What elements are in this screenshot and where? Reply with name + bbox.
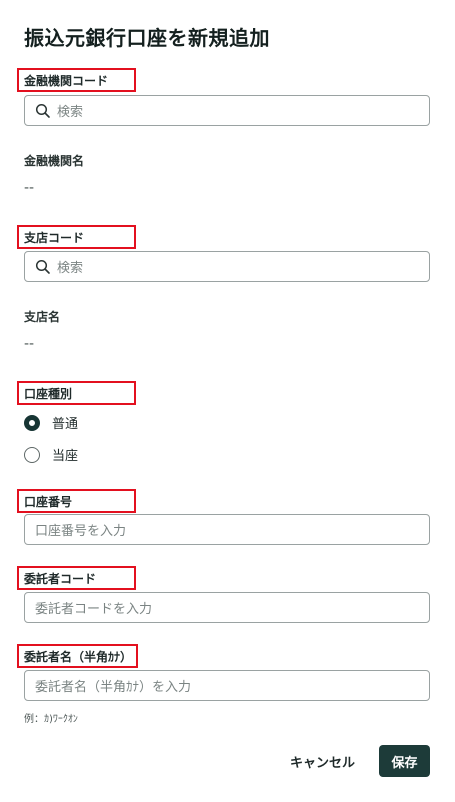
consignor-name-hint: 例：ｶ)ﾜｰｸｵﾝ (24, 714, 78, 725)
account-type-label: 口座種別 (24, 387, 73, 401)
branch-code-search-input[interactable]: 検索 (24, 251, 430, 282)
bank-name-value: -- (24, 180, 35, 196)
consignor-code-placeholder: 委託者コードを入力 (35, 602, 153, 617)
branch-code-label: 支店コード (24, 231, 85, 245)
account-number-label: 口座番号 (24, 495, 73, 509)
bank-name-label: 金融機関名 (24, 154, 85, 168)
search-icon (35, 103, 51, 119)
bank-code-search-input[interactable]: 検索 (24, 95, 430, 126)
radio-option-label: 普通 (52, 417, 79, 432)
radio-selected-icon[interactable] (24, 414, 40, 431)
radio-option-futsu[interactable]: 普通 (24, 413, 78, 432)
bank-code-placeholder: 検索 (57, 105, 84, 120)
consignor-code-label: 委託者コード (24, 572, 97, 586)
consignor-code-input[interactable]: 委託者コードを入力 (24, 592, 430, 623)
account-number-input[interactable]: 口座番号を入力 (24, 514, 430, 545)
bank-code-label: 金融機関コード (24, 74, 109, 88)
radio-unselected-icon[interactable] (24, 446, 40, 463)
cancel-button[interactable]: キャンセル (290, 752, 355, 771)
page-title: 振込元銀行口座を新規追加 (24, 26, 270, 50)
branch-code-placeholder: 検索 (57, 261, 84, 276)
consignor-name-input[interactable]: 委託者名（半角ｶﾅ）を入力 (24, 670, 430, 701)
search-icon (35, 259, 51, 275)
radio-option-toza[interactable]: 当座 (24, 445, 78, 464)
consignor-name-placeholder: 委託者名（半角ｶﾅ）を入力 (35, 680, 192, 695)
branch-name-value: -- (24, 336, 35, 352)
save-button[interactable]: 保存 (379, 745, 430, 777)
consignor-name-label: 委託者名（半角ｶﾅ） (24, 650, 133, 664)
account-number-placeholder: 口座番号を入力 (35, 524, 127, 539)
branch-name-label: 支店名 (24, 310, 61, 324)
radio-option-label: 当座 (52, 449, 79, 464)
